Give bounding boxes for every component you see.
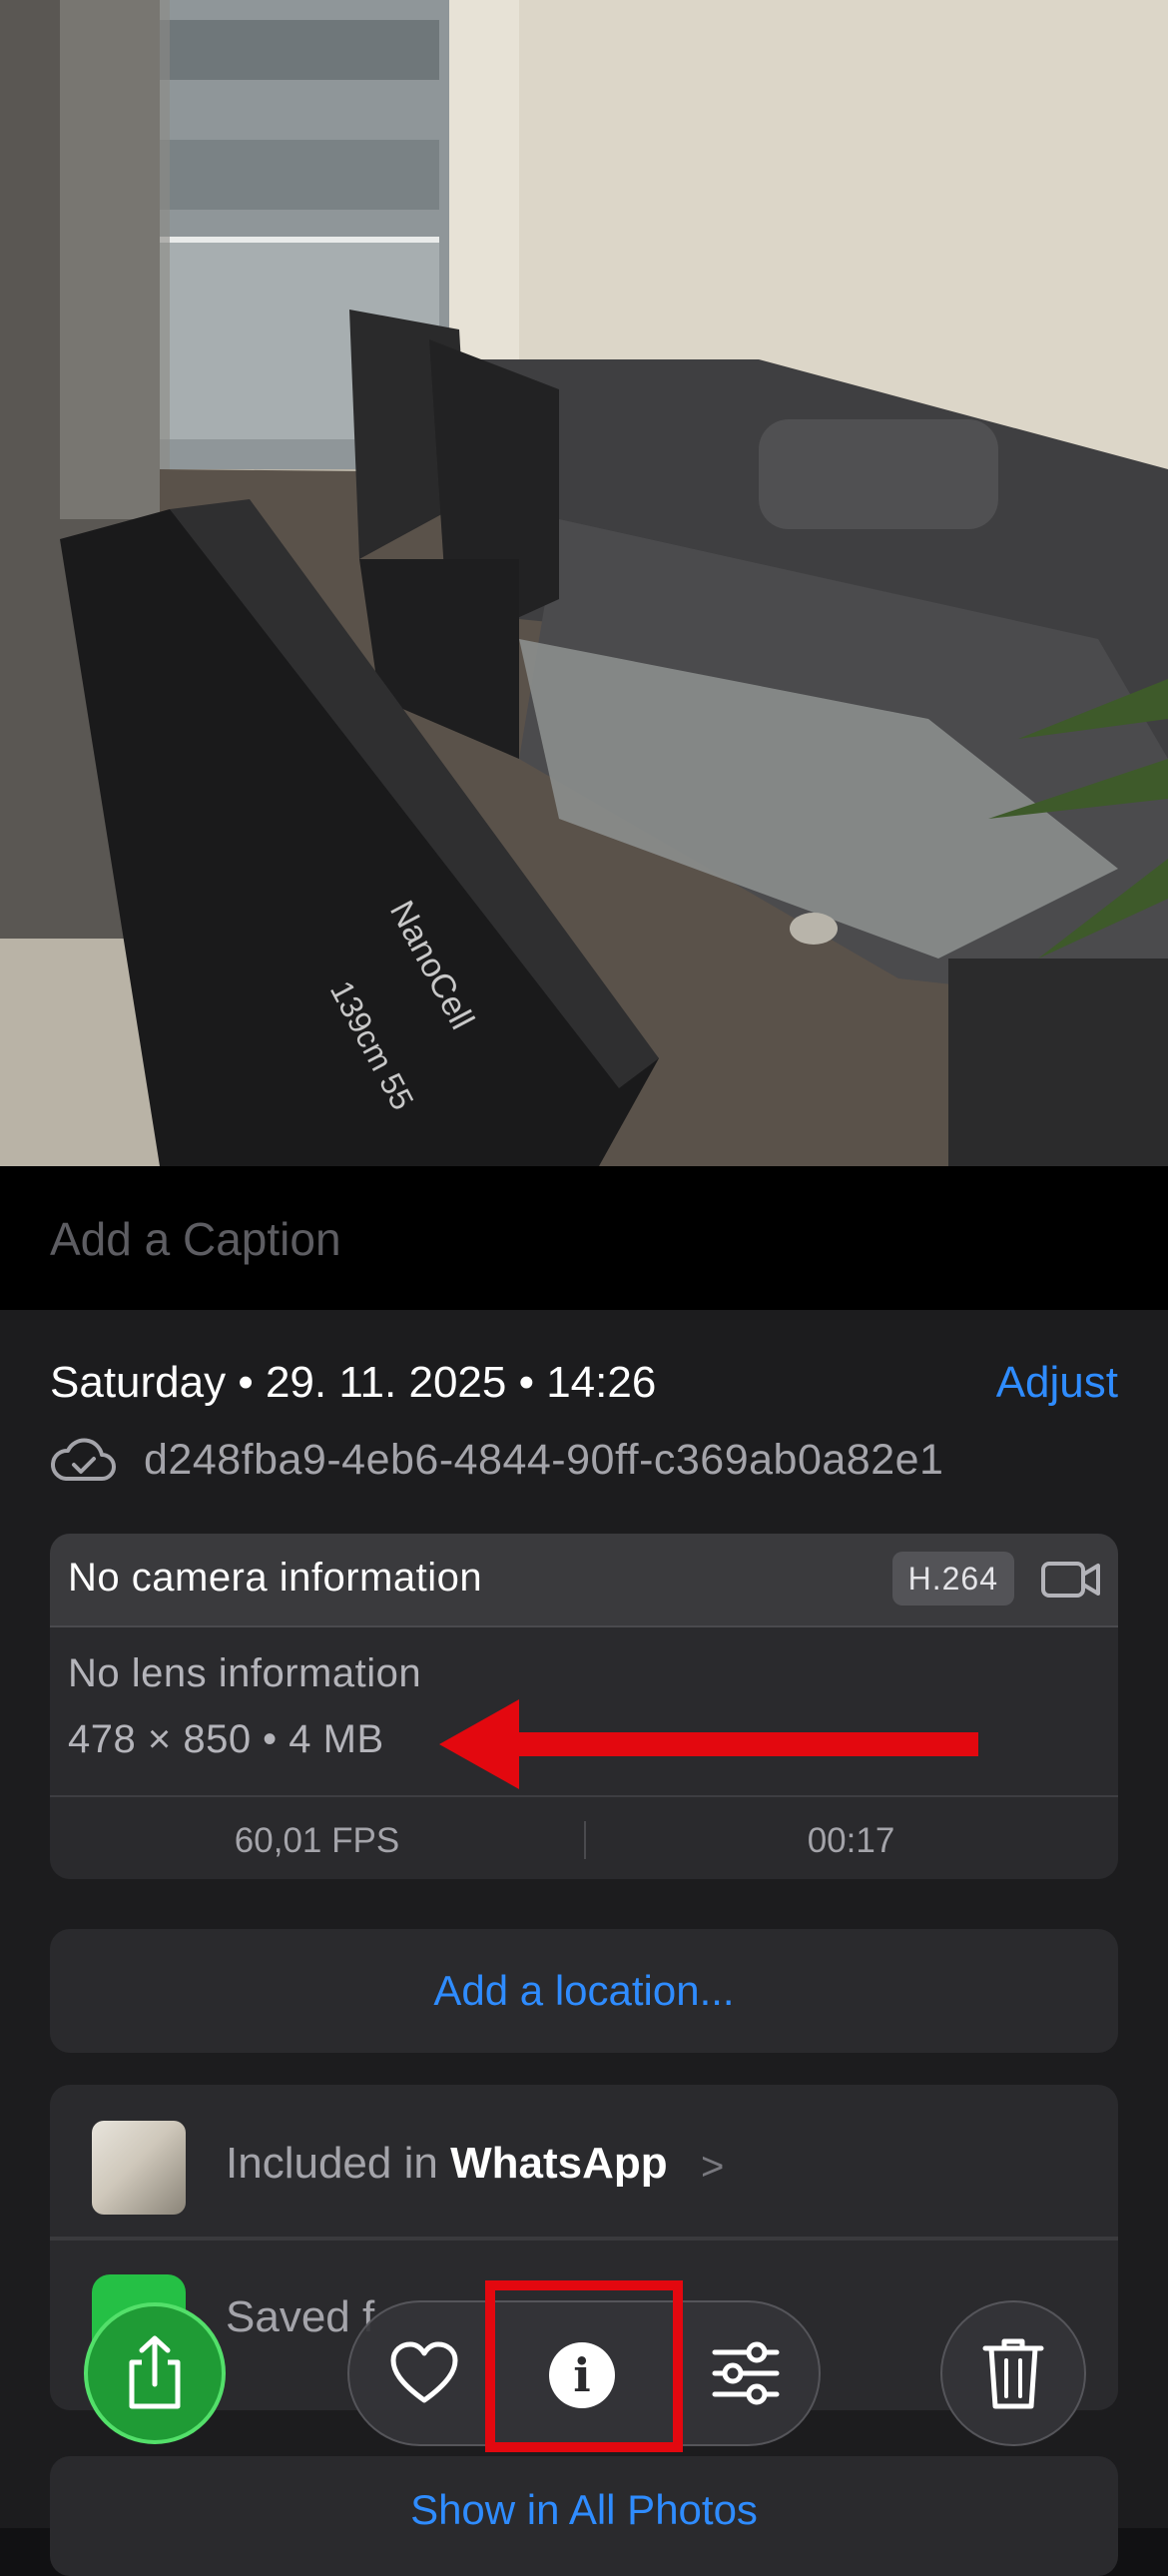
file-name: d248fba9-4eb6-4844-90ff-c369ab0a82e1: [144, 1435, 944, 1484]
caption-field[interactable]: Add a Caption: [0, 1166, 1168, 1310]
share-button[interactable]: [84, 2302, 226, 2444]
included-in-album-row[interactable]: Included in WhatsApp >: [50, 2085, 1118, 2235]
trash-icon: [982, 2338, 1044, 2409]
file-name-row: d248fba9-4eb6-4844-90ff-c369ab0a82e1: [50, 1432, 943, 1488]
date-time-label: Saturday • 29. 11. 2025 • 14:26: [50, 1358, 657, 1407]
video-camera-icon: [1041, 1562, 1100, 1598]
chevron-right-icon: >: [701, 2145, 725, 2189]
saved-from-label: Saved f: [226, 2292, 375, 2341]
add-location-button[interactable]: Add a location...: [50, 1929, 1118, 2053]
add-location-label: Add a location...: [433, 1967, 735, 2014]
included-in-label: Included in WhatsApp: [226, 2139, 668, 2189]
adjust-sliders-icon[interactable]: [711, 2340, 781, 2406]
photo-content-illustration: NanoCell 139cm 55: [0, 0, 1168, 1166]
dimensions-size: 478 × 850 • 4 MB: [68, 1717, 384, 1761]
adjust-date-button[interactable]: Adjust: [996, 1358, 1118, 1408]
included-in-prefix: Included in: [226, 2139, 451, 2188]
album-thumbnail: [92, 2121, 186, 2215]
caption-placeholder: Add a Caption: [50, 1213, 341, 1265]
annotation-arrow: [439, 1699, 978, 1789]
camera-title: No camera information: [68, 1556, 483, 1600]
camera-info-header: No camera information H.264: [50, 1534, 1118, 1627]
annotation-highlight-box: [485, 2280, 683, 2452]
share-icon: [129, 2335, 181, 2409]
album-name: WhatsApp: [450, 2139, 668, 2188]
icloud-check-icon: [50, 1438, 116, 1481]
camera-info-footer: 60,01 FPS 00:17: [50, 1795, 1118, 1879]
delete-button[interactable]: [940, 2300, 1086, 2446]
codec-badge: H.264: [891, 1552, 1014, 1606]
lens-info: No lens information: [68, 1651, 422, 1695]
row-divider: [50, 2237, 1118, 2241]
heart-icon[interactable]: [389, 2340, 459, 2404]
show-in-all-photos-label: Show in All Photos: [410, 2486, 758, 2533]
video-duration: 00:17: [807, 1821, 895, 1860]
show-in-all-photos-button[interactable]: Show in All Photos: [50, 2456, 1118, 2576]
frame-rate: 60,01 FPS: [234, 1821, 400, 1860]
video-frame-photo[interactable]: NanoCell 139cm 55: [0, 0, 1168, 1166]
